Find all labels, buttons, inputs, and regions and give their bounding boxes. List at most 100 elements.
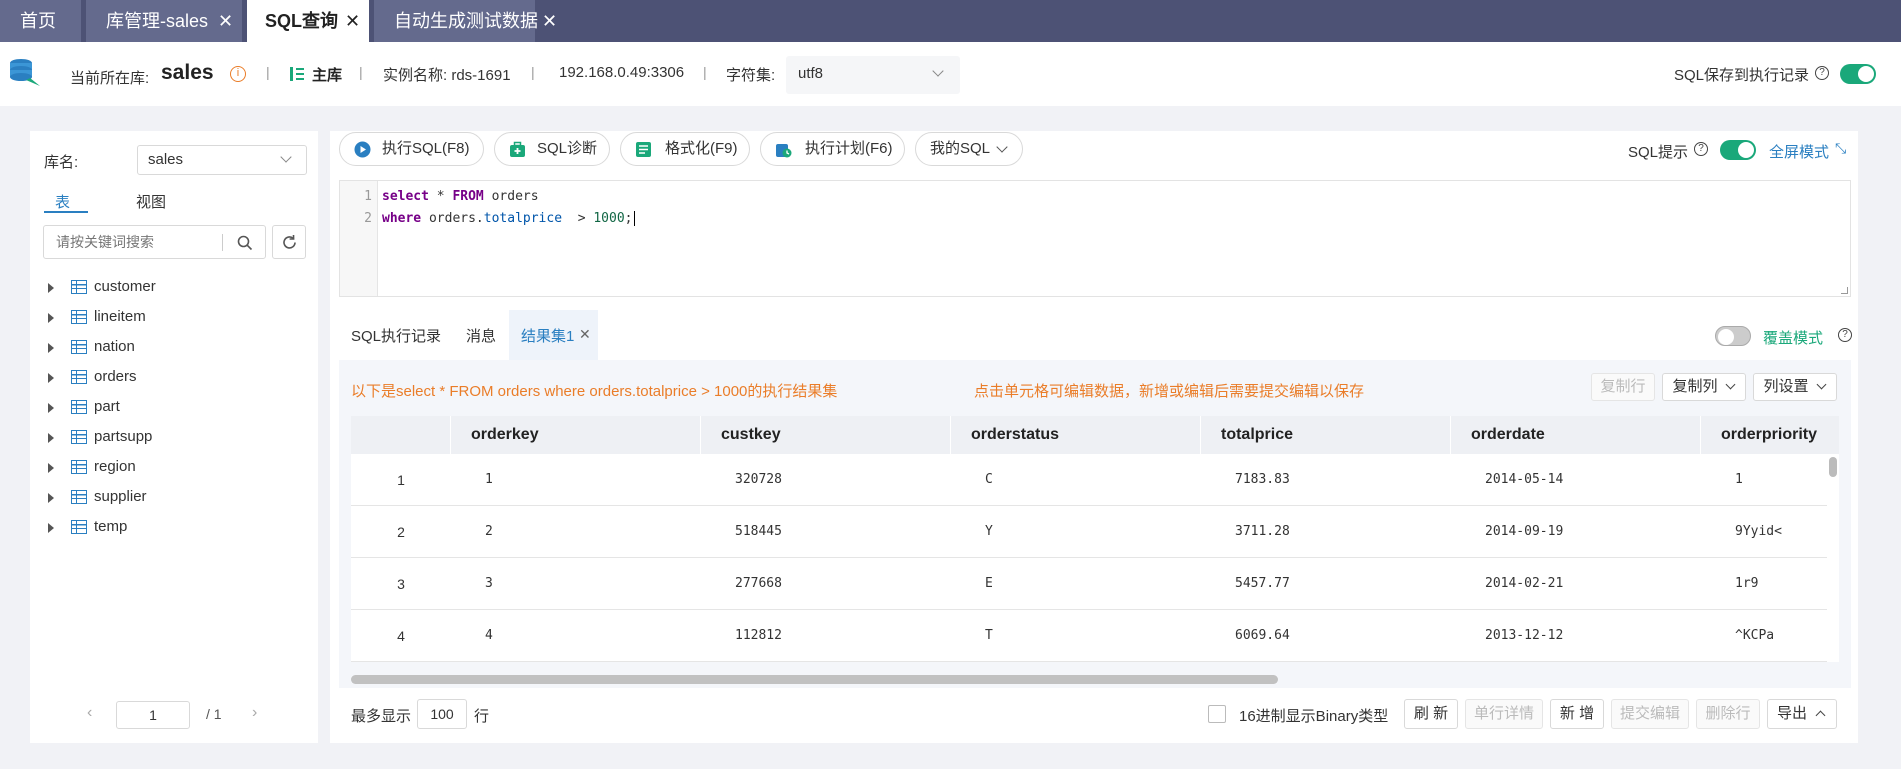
table-cell[interactable]: Y — [985, 506, 993, 558]
submit-edit-button[interactable]: 提交编辑 — [1611, 699, 1689, 729]
table-cell[interactable]: 1r9 — [1735, 558, 1758, 610]
column-settings-dropdown[interactable]: 列设置 — [1753, 373, 1837, 401]
resize-handle-icon[interactable] — [1841, 287, 1848, 294]
column-header[interactable]: orderdate — [1450, 416, 1700, 454]
table-cell[interactable]: 6069.64 — [1235, 610, 1290, 662]
tree-item-supplier[interactable]: supplier — [30, 483, 290, 513]
prev-page-icon[interactable]: ‹ — [87, 704, 92, 722]
explain-plan-button[interactable]: 执行计划(F6) — [760, 132, 905, 166]
delete-row-button[interactable]: 删除行 — [1696, 699, 1760, 729]
info-icon[interactable]: i — [230, 66, 246, 82]
tree-item-nation[interactable]: nation — [30, 333, 290, 363]
help-icon[interactable]: ? — [1838, 328, 1852, 342]
table-cell[interactable]: 3 — [485, 558, 493, 610]
save-history-toggle[interactable] — [1840, 64, 1876, 84]
table-cell[interactable]: 112812 — [735, 610, 782, 662]
expand-arrow-icon[interactable] — [48, 313, 54, 323]
table-cell[interactable]: 2 — [485, 506, 493, 558]
charset-select[interactable]: utf8 — [786, 56, 960, 94]
tab-sql-history[interactable]: SQL执行记录 — [351, 325, 441, 346]
table-cell[interactable]: 2014-02-21 — [1485, 558, 1563, 610]
tree-item-part[interactable]: part — [30, 393, 290, 423]
my-sql-dropdown[interactable]: 我的SQL — [915, 132, 1023, 166]
column-header[interactable]: totalprice — [1200, 416, 1450, 454]
refresh-results-button[interactable]: 刷 新 — [1404, 699, 1458, 729]
table-cell[interactable]: E — [985, 558, 993, 610]
column-header[interactable]: custkey — [700, 416, 950, 454]
column-header[interactable]: orderpriority — [1700, 416, 1839, 454]
table-cell[interactable]: 1 — [1735, 454, 1743, 506]
db-select[interactable]: sales — [137, 145, 307, 175]
fullscreen-icon[interactable]: ⤡ — [1835, 140, 1846, 157]
table-cell[interactable]: 518445 — [735, 506, 782, 558]
table-cell[interactable]: 4 — [485, 610, 493, 662]
overwrite-mode-toggle[interactable] — [1715, 326, 1751, 346]
table-search-input[interactable] — [44, 226, 224, 258]
next-page-icon[interactable]: › — [252, 704, 257, 722]
tree-item-lineitem[interactable]: lineitem — [30, 303, 290, 333]
tree-item-partsupp[interactable]: partsupp — [30, 423, 290, 453]
tree-item-region[interactable]: region — [30, 453, 290, 483]
column-header[interactable]: orderstatus — [950, 416, 1200, 454]
page-input[interactable]: 1 — [116, 701, 190, 729]
expand-arrow-icon[interactable] — [48, 283, 54, 293]
fullscreen-link[interactable]: 全屏模式 — [1769, 141, 1829, 162]
charset-label: 字符集: — [726, 67, 776, 84]
vertical-scrollbar-thumb[interactable] — [1829, 457, 1837, 477]
export-dropdown[interactable]: 导出 — [1767, 699, 1837, 729]
table-cell[interactable]: 1 — [485, 454, 493, 506]
run-sql-button[interactable]: 执行SQL(F8) — [339, 132, 484, 166]
refresh-button[interactable] — [272, 225, 306, 259]
close-icon[interactable]: ✕ — [542, 0, 557, 42]
table-cell[interactable]: 2013-12-12 — [1485, 610, 1563, 662]
tree-item-orders[interactable]: orders — [30, 363, 290, 393]
table-cell[interactable]: 3711.28 — [1235, 506, 1290, 558]
binary-hex-checkbox[interactable] — [1208, 705, 1226, 723]
tab-home[interactable]: 首页 — [0, 0, 81, 42]
sql-hint-toggle[interactable] — [1720, 140, 1756, 160]
expand-arrow-icon[interactable] — [48, 373, 54, 383]
table-search-field[interactable] — [43, 225, 266, 259]
row-detail-button[interactable]: 单行详情 — [1465, 699, 1543, 729]
tab-sql-query[interactable]: SQL查询 ✕ — [247, 0, 369, 42]
tree-item-temp[interactable]: temp — [30, 513, 290, 543]
sql-editor[interactable]: 1 2 select * FROM orders where orders.to… — [339, 180, 1851, 297]
table-cell[interactable]: 2014-05-14 — [1485, 454, 1563, 506]
copy-row-button[interactable]: 复制行 — [1591, 373, 1655, 401]
table-cell[interactable]: 320728 — [735, 454, 782, 506]
table-cell[interactable]: 2014-09-19 — [1485, 506, 1563, 558]
help-icon[interactable]: ? — [1815, 66, 1829, 80]
tab-views[interactable]: 视图 — [136, 191, 166, 212]
table-cell[interactable]: C — [985, 454, 993, 506]
column-header[interactable]: orderkey — [450, 416, 700, 454]
expand-arrow-icon[interactable] — [48, 403, 54, 413]
search-icon[interactable] — [237, 235, 253, 251]
tab-messages[interactable]: 消息 — [466, 325, 496, 346]
table-cell[interactable]: 5457.77 — [1235, 558, 1290, 610]
tab-resultset-1[interactable]: 结果集1 ✕ — [509, 310, 598, 360]
help-icon[interactable]: ? — [1694, 142, 1708, 156]
table-cell[interactable]: 277668 — [735, 558, 782, 610]
table-cell[interactable]: ^KCPa — [1735, 610, 1774, 662]
max-rows-input[interactable]: 100 — [417, 699, 467, 729]
close-icon[interactable]: ✕ — [579, 326, 591, 343]
tab-db-manage[interactable]: 库管理-sales ✕ — [86, 0, 242, 42]
close-icon[interactable]: ✕ — [345, 0, 360, 42]
table-cell[interactable]: 7183.83 — [1235, 454, 1290, 506]
expand-arrow-icon[interactable] — [48, 343, 54, 353]
close-icon[interactable]: ✕ — [218, 0, 233, 42]
tree-item-customer[interactable]: customer — [30, 273, 290, 303]
table-cell[interactable]: T — [985, 610, 993, 662]
expand-arrow-icon[interactable] — [48, 463, 54, 473]
add-row-button[interactable]: 新 增 — [1550, 699, 1604, 729]
copy-column-dropdown[interactable]: 复制列 — [1662, 373, 1746, 401]
expand-arrow-icon[interactable] — [48, 433, 54, 443]
expand-arrow-icon[interactable] — [48, 493, 54, 503]
format-button[interactable]: 格式化(F9) — [620, 132, 750, 166]
horizontal-scrollbar-thumb[interactable] — [351, 675, 1278, 684]
sql-diagnose-button[interactable]: SQL诊断 — [494, 132, 610, 166]
expand-arrow-icon[interactable] — [48, 523, 54, 533]
tab-gen-test-data[interactable]: 自动生成测试数据 ✕ — [374, 0, 557, 42]
tab-tables[interactable]: 表 — [55, 191, 70, 212]
table-cell[interactable]: 9Yyid< — [1735, 506, 1782, 558]
